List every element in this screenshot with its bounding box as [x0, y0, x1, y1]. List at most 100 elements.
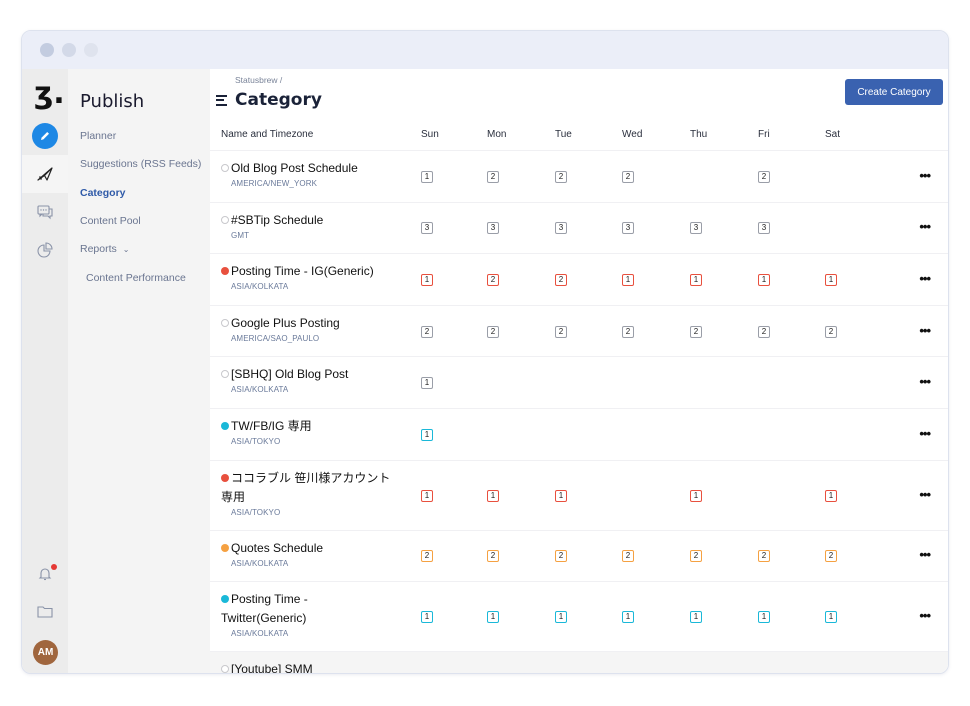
rail-item-engage[interactable]	[22, 193, 68, 231]
pencil-icon	[41, 132, 49, 140]
column-header-tue: Tue	[555, 129, 572, 140]
day-slot-count-badge: 1	[690, 273, 702, 286]
notification-badge	[51, 564, 57, 570]
category-name-cell: Old Blog Post Schedule AMERICA/NEW_YORK	[221, 159, 401, 188]
breadcrumb[interactable]: Statusbrew /	[235, 75, 282, 85]
day-slot-count-badge: 3	[622, 222, 634, 235]
category-name-cell: Google Plus Posting AMERICA/SAO_PAULO	[221, 314, 401, 343]
paper-plane-icon	[37, 167, 53, 181]
day-slot-count-badge: 2	[825, 325, 837, 338]
column-header-name: Name and Timezone	[221, 129, 314, 140]
table-row[interactable]: [SBHQ] Old Blog Post ASIA/KOLKATA 1 •••	[210, 357, 948, 409]
table-row[interactable]: [Youtube] SMM1111111	[210, 652, 948, 673]
day-slot-count-badge: 1	[758, 611, 770, 624]
day-slot-count-badge: 1	[825, 611, 837, 624]
table-row[interactable]: #SBTip Schedule GMT 3 3 3 3 3 3 •••	[210, 203, 948, 255]
category-color-dot	[221, 164, 229, 172]
day-slot-count-badge: 3	[487, 222, 499, 235]
category-timezone: ASIA/KOLKATA	[231, 282, 289, 292]
category-name[interactable]: ココラブル 笹川様アカウント 専用	[221, 471, 390, 504]
category-name[interactable]: Posting Time - IG(Generic)	[231, 264, 374, 278]
subnav-item-content-performance[interactable]: Content Performance	[86, 272, 186, 284]
table-body: Old Blog Post Schedule AMERICA/NEW_YORK 1 2…	[210, 151, 948, 673]
category-name-line: Google Plus Posting	[221, 314, 401, 333]
window-minimize-button[interactable]	[62, 43, 76, 57]
rail-item-folder[interactable]	[22, 593, 68, 631]
day-slot-count-badge: 3	[758, 222, 770, 235]
column-header-mon: Mon	[487, 129, 507, 140]
day-slot-count-badge: 2	[555, 170, 567, 183]
more-options-button[interactable]: •••	[919, 487, 931, 502]
category-name[interactable]: Quotes Schedule	[231, 541, 323, 555]
day-slot-count-badge: 2	[487, 273, 499, 286]
more-options-button[interactable]: •••	[919, 219, 931, 234]
table-row[interactable]: Posting Time - Twitter(Generic) ASIA/KOLK…	[210, 582, 948, 653]
day-slot-count-badge: 2	[690, 550, 702, 563]
more-options-button[interactable]: •••	[919, 426, 931, 441]
rail-item-publish[interactable]	[22, 155, 68, 193]
category-name[interactable]: TW/FB/IG 専用	[231, 419, 312, 433]
more-options-button[interactable]: •••	[919, 168, 931, 183]
day-slot-count-badge: 1	[622, 273, 634, 286]
category-name-cell: Posting Time - Twitter(Generic) ASIA/KOLK…	[221, 590, 391, 638]
rail-item-analytics[interactable]	[22, 231, 68, 269]
create-category-button[interactable]: Create Category	[845, 79, 943, 105]
folder-icon	[37, 606, 53, 618]
window-maximize-button[interactable]	[84, 43, 98, 57]
compose-button[interactable]	[32, 123, 58, 149]
user-avatar[interactable]: AM	[33, 640, 58, 665]
category-color-dot	[221, 215, 229, 224]
category-name[interactable]: #SBTip Schedule	[231, 213, 323, 227]
subnav-title: Publish	[80, 91, 145, 112]
category-name-line: #SBTip Schedule	[221, 211, 401, 230]
table-row[interactable]: TW/FB/IG 専用 ASIA/TOKYO 1 •••	[210, 409, 948, 461]
category-name-line: Quotes Schedule	[221, 539, 401, 558]
table-row[interactable]: Posting Time - IG(Generic) ASIA/KOLKATA 1 2…	[210, 254, 948, 306]
day-slot-count-badge: 1	[421, 489, 433, 502]
more-options-button[interactable]: •••	[919, 374, 931, 389]
table-row[interactable]: Old Blog Post Schedule AMERICA/NEW_YORK 1 2…	[210, 151, 948, 203]
publish-subnav: Publish Planner Suggestions (RSS Feeds) …	[68, 69, 210, 673]
window-close-button[interactable]	[40, 43, 54, 57]
pie-chart-icon	[37, 242, 53, 258]
more-options-button[interactable]: •••	[919, 608, 931, 623]
table-row[interactable]: ココラブル 笹川様アカウント 専用 ASIA/TOKYO 1 1 1 1 1 •••	[210, 461, 948, 531]
column-header-fri: Fri	[758, 129, 770, 140]
more-options-button[interactable]: •••	[919, 323, 931, 338]
day-slot-count-badge: 2	[758, 170, 770, 183]
category-name-cell: Quotes Schedule ASIA/KOLKATA	[221, 539, 401, 568]
subnav-item-planner[interactable]: Planner	[80, 130, 116, 142]
category-name[interactable]: Old Blog Post Schedule	[231, 161, 358, 175]
more-options-button[interactable]: •••	[919, 271, 931, 286]
category-color-dot	[221, 595, 229, 604]
category-name[interactable]: [SBHQ] Old Blog Post	[231, 367, 348, 381]
menu-icon[interactable]	[216, 94, 228, 106]
page-title: Category	[216, 90, 322, 110]
category-timezone: GMT	[231, 230, 250, 240]
category-name[interactable]: Posting Time - Twitter(Generic)	[221, 592, 308, 625]
rail-item-notifications[interactable]	[22, 555, 68, 593]
category-name[interactable]: [Youtube] SMM	[231, 662, 313, 673]
day-slot-count-badge: 2	[487, 550, 499, 563]
day-slot-count-badge: 2	[758, 325, 770, 338]
day-slot-count-badge: 2	[421, 550, 433, 563]
column-header-sat: Sat	[825, 129, 841, 140]
table-row[interactable]: Google Plus Posting AMERICA/SAO_PAULO 2 2 2 2…	[210, 306, 948, 358]
category-color-dot	[221, 421, 229, 430]
category-color-dot	[221, 473, 229, 482]
table-row[interactable]: Quotes Schedule ASIA/KOLKATA 2 2 2 2 2 2 2 •••	[210, 531, 948, 583]
subnav-item-content-pool[interactable]: Content Pool	[80, 215, 141, 227]
day-slot-count-badge: 1	[421, 611, 433, 624]
subnav-item-suggestions[interactable]: Suggestions (RSS Feeds)	[80, 158, 201, 170]
subnav-item-category[interactable]: Category	[80, 187, 126, 199]
more-options-button[interactable]: •••	[919, 547, 931, 562]
day-slot-count-badge: 2	[758, 550, 770, 563]
day-slot-count-badge: 1	[487, 611, 499, 624]
day-slot-count-badge: 3	[690, 222, 702, 235]
main-content: Statusbrew / Category Create Category Na…	[210, 69, 948, 673]
subnav-item-reports[interactable]: Reports ⌄	[80, 243, 129, 255]
category-name-cell: ココラブル 笹川様アカウント 専用 ASIA/TOKYO	[221, 469, 391, 517]
statusbrew-logo[interactable]: ʒ.	[34, 79, 65, 109]
day-slot-count-badge: 1	[421, 273, 433, 286]
category-name[interactable]: Google Plus Posting	[231, 316, 340, 330]
